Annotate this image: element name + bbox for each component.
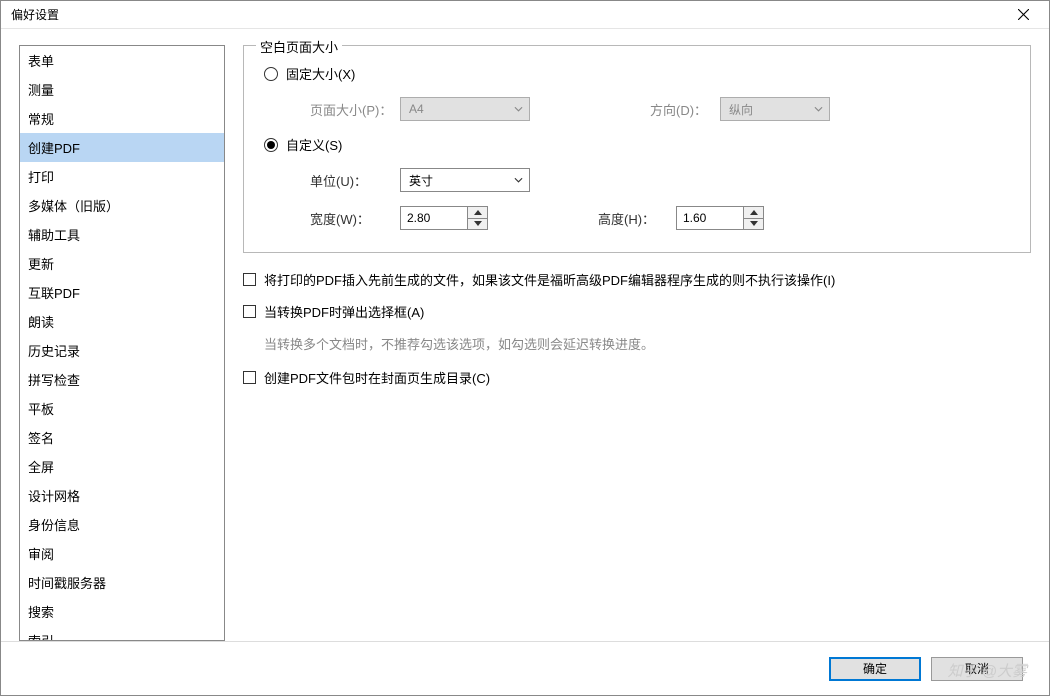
chevron-down-icon <box>514 177 523 183</box>
chevron-down-icon <box>514 106 523 112</box>
sidebar-item[interactable]: 设计网格 <box>20 481 224 510</box>
checkbox-toc-row[interactable]: 创建PDF文件包时在封面页生成目录(C) <box>243 369 1031 389</box>
group-legend: 空白页面大小 <box>256 37 342 56</box>
chevron-down-icon <box>814 106 823 112</box>
page-size-label: 页面大小(P)： <box>310 100 400 119</box>
page-size-dropdown: A4 <box>400 97 530 121</box>
orientation-label: 方向(D)： <box>650 100 720 119</box>
sidebar-item[interactable]: 平板 <box>20 394 224 423</box>
sidebar-item[interactable]: 历史记录 <box>20 336 224 365</box>
sidebar-item[interactable]: 身份信息 <box>20 510 224 539</box>
sidebar-item[interactable]: 多媒体（旧版） <box>20 191 224 220</box>
triangle-down-icon <box>750 221 758 226</box>
dialog-footer: 确定 取消 <box>1 641 1049 695</box>
radio-fixed-row[interactable]: 固定大小(X) <box>264 64 1010 83</box>
sidebar-item[interactable]: 时间戳服务器 <box>20 568 224 597</box>
sidebar-item[interactable]: 打印 <box>20 162 224 191</box>
sidebar-item[interactable]: 索引 <box>20 626 224 641</box>
sidebar-item[interactable]: 搜索 <box>20 597 224 626</box>
radio-custom[interactable] <box>264 138 278 152</box>
sidebar-item[interactable]: 辅助工具 <box>20 220 224 249</box>
cancel-button[interactable]: 取消 <box>931 657 1023 681</box>
orientation-dropdown: 纵向 <box>720 97 830 121</box>
triangle-up-icon <box>474 210 482 215</box>
radio-custom-row[interactable]: 自定义(S) <box>264 135 1010 154</box>
unit-label: 单位(U)： <box>310 171 400 190</box>
checkbox-prompt-hint: 当转换多个文档时，不推荐勾选该选项，如勾选则会延迟转换进度。 <box>243 334 1031 353</box>
category-sidebar[interactable]: 表单测量常规创建PDF打印多媒体（旧版）辅助工具更新互联PDF朗读历史记录拼写检… <box>19 45 225 641</box>
close-icon <box>1018 9 1029 20</box>
sidebar-item[interactable]: 更新 <box>20 249 224 278</box>
checkbox-prompt[interactable] <box>243 305 256 318</box>
radio-custom-label: 自定义(S) <box>286 135 342 154</box>
height-input[interactable] <box>677 207 743 229</box>
sidebar-item[interactable]: 创建PDF <box>20 133 224 162</box>
spinner-up[interactable] <box>468 207 487 219</box>
checkbox-insert-pdf-row[interactable]: 将打印的PDF插入先前生成的文件，如果该文件是福昕高级PDF编辑器程序生成的则不… <box>243 271 1031 291</box>
radio-fixed-label: 固定大小(X) <box>286 64 355 83</box>
main-panel: 空白页面大小 固定大小(X) 页面大小(P)： A4 方向(D)： 纵向 <box>243 45 1031 641</box>
width-label: 宽度(W)： <box>310 209 400 228</box>
sidebar-item[interactable]: 拼写检查 <box>20 365 224 394</box>
checkbox-toc[interactable] <box>243 371 256 384</box>
ok-button[interactable]: 确定 <box>829 657 921 681</box>
checkbox-insert-pdf[interactable] <box>243 273 256 286</box>
unit-dropdown[interactable]: 英寸 <box>400 168 530 192</box>
titlebar: 偏好设置 <box>1 1 1049 29</box>
sidebar-item[interactable]: 签名 <box>20 423 224 452</box>
radio-fixed[interactable] <box>264 67 278 81</box>
sidebar-item[interactable]: 互联PDF <box>20 278 224 307</box>
sidebar-item[interactable]: 测量 <box>20 75 224 104</box>
page-size-value: A4 <box>409 102 424 116</box>
checkbox-insert-pdf-label: 将打印的PDF插入先前生成的文件，如果该文件是福昕高级PDF编辑器程序生成的则不… <box>264 271 835 291</box>
sidebar-item[interactable]: 表单 <box>20 46 224 75</box>
triangle-up-icon <box>750 210 758 215</box>
checkbox-toc-label: 创建PDF文件包时在封面页生成目录(C) <box>264 369 490 389</box>
width-input[interactable] <box>401 207 467 229</box>
spinner-up[interactable] <box>744 207 763 219</box>
sidebar-item[interactable]: 常规 <box>20 104 224 133</box>
sidebar-item[interactable]: 朗读 <box>20 307 224 336</box>
width-spinner[interactable] <box>400 206 488 230</box>
preferences-window: 偏好设置 表单测量常规创建PDF打印多媒体（旧版）辅助工具更新互联PDF朗读历史… <box>0 0 1050 696</box>
spinner-down[interactable] <box>744 219 763 230</box>
height-spinner[interactable] <box>676 206 764 230</box>
triangle-down-icon <box>474 221 482 226</box>
checkbox-prompt-row[interactable]: 当转换PDF时弹出选择框(A) <box>243 303 1031 323</box>
blank-page-size-group: 空白页面大小 固定大小(X) 页面大小(P)： A4 方向(D)： 纵向 <box>243 45 1031 253</box>
height-label: 高度(H)： <box>598 209 676 228</box>
unit-value: 英寸 <box>409 172 433 189</box>
close-button[interactable] <box>1003 3 1043 27</box>
spinner-down[interactable] <box>468 219 487 230</box>
sidebar-item[interactable]: 全屏 <box>20 452 224 481</box>
orientation-value: 纵向 <box>729 101 753 118</box>
window-title: 偏好设置 <box>11 6 59 23</box>
sidebar-item[interactable]: 审阅 <box>20 539 224 568</box>
checkbox-prompt-label: 当转换PDF时弹出选择框(A) <box>264 303 424 323</box>
